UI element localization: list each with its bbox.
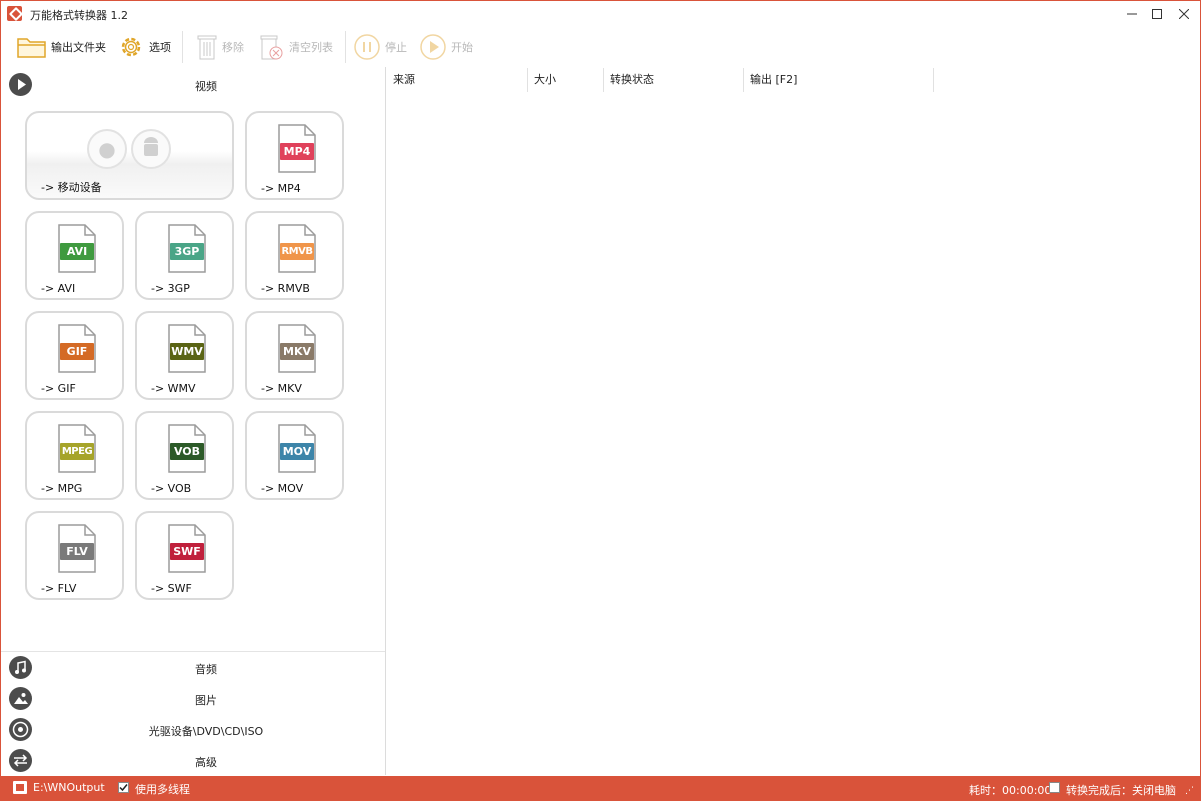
output-path[interactable]: E:\WNOutput (33, 781, 105, 794)
category-advanced-label: 高级 (195, 756, 217, 769)
category-video[interactable]: 视频 (1, 69, 386, 100)
format-tile[interactable]: FLV -> FLV (25, 511, 124, 600)
format-tile-label: -> FLV (41, 582, 77, 595)
category-video-label: 视频 (195, 80, 217, 93)
category-audio-label: 音频 (195, 663, 217, 676)
format-badge: WMV (170, 343, 204, 360)
remove-label: 移除 (222, 41, 244, 54)
start-button[interactable]: 开始 (419, 32, 473, 62)
toolbar-separator (182, 31, 183, 63)
clear-list-icon (260, 35, 283, 60)
format-tile[interactable]: ● -> 移动设备 (25, 111, 234, 200)
output-folder-button[interactable]: 输出文件夹 (17, 32, 106, 62)
format-badge: 3GP (170, 243, 204, 260)
format-tile-label: -> SWF (151, 582, 192, 595)
play-icon (420, 34, 446, 60)
format-tile-label: -> WMV (151, 382, 196, 395)
format-tile-label: -> MP4 (261, 182, 301, 195)
app-window: 万能格式转换器 1.2 输出文件夹 选项 移除 清空列表 停止 开始 视频 ● … (0, 0, 1201, 801)
format-badge: MP4 (280, 143, 314, 160)
column-output[interactable]: 输出 [F2] (744, 68, 934, 92)
pause-icon (354, 34, 380, 60)
folder-icon (17, 38, 46, 58)
close-button[interactable] (1168, 1, 1200, 27)
format-tile-label: -> RMVB (261, 282, 310, 295)
minimize-icon (1127, 13, 1137, 15)
format-badge: FLV (60, 543, 94, 560)
column-source[interactable]: 来源 (387, 68, 528, 92)
category-disc-label: 光驱设备\DVD\CD\ISO (148, 725, 264, 738)
toolbar: 输出文件夹 选项 移除 清空列表 停止 开始 (1, 28, 1200, 66)
window-title: 万能格式转换器 1.2 (30, 9, 128, 22)
format-tile-label: -> GIF (41, 382, 76, 395)
format-tile[interactable]: MKV -> MKV (245, 311, 344, 400)
format-tile-label: -> AVI (41, 282, 76, 295)
stop-button[interactable]: 停止 (353, 32, 407, 62)
remove-button[interactable]: 移除 (196, 32, 244, 62)
format-badge: GIF (60, 343, 94, 360)
format-tile[interactable]: VOB -> VOB (135, 411, 234, 500)
stop-label: 停止 (385, 41, 407, 54)
shutdown-label: 转换完成后：关闭电脑 (1066, 784, 1176, 797)
format-badge: MPEG (60, 443, 94, 460)
title-bar: 万能格式转换器 1.2 (1, 1, 1200, 27)
format-tile-label: -> VOB (151, 482, 192, 495)
category-audio[interactable]: 音频 (1, 652, 386, 683)
format-tile[interactable]: SWF -> SWF (135, 511, 234, 600)
elapsed-time: 耗时：00:00:00 (969, 784, 1052, 797)
output-folder-icon[interactable] (13, 781, 27, 794)
column-status[interactable]: 转换状态 (604, 68, 744, 92)
format-tile[interactable]: GIF -> GIF (25, 311, 124, 400)
category-image[interactable]: 图片 (1, 683, 386, 714)
conversion-list[interactable] (387, 92, 1200, 775)
format-tile[interactable]: MP4 -> MP4 (245, 111, 344, 200)
format-tile-label: -> MKV (261, 382, 302, 395)
category-disc[interactable]: 光驱设备\DVD\CD\ISO (1, 714, 386, 745)
format-tile[interactable]: RMVB -> RMVB (245, 211, 344, 300)
format-badge: RMVB (280, 243, 314, 260)
format-tile[interactable]: AVI -> AVI (25, 211, 124, 300)
format-badge: AVI (60, 243, 94, 260)
options-button[interactable]: 选项 (117, 32, 171, 62)
shutdown-checkbox[interactable] (1049, 782, 1060, 793)
format-tile-label: -> 移动设备 (41, 181, 102, 194)
android-icon (131, 129, 171, 169)
category-advanced[interactable]: 高级 (1, 745, 386, 776)
clear-list-label: 清空列表 (289, 41, 333, 54)
resize-grip-icon[interactable]: ⋰ (1185, 786, 1194, 796)
format-tile-label: -> MPG (41, 482, 83, 495)
format-tile[interactable]: WMV -> WMV (135, 311, 234, 400)
format-badge: VOB (170, 443, 204, 460)
multithread-label: 使用多线程 (135, 783, 190, 796)
format-tile[interactable]: 3GP -> 3GP (135, 211, 234, 300)
format-tile-label: -> 3GP (151, 282, 190, 295)
maximize-icon (1152, 9, 1162, 19)
apple-icon: ● (87, 129, 127, 169)
format-tile-label: -> MOV (261, 482, 304, 495)
column-size[interactable]: 大小 (528, 68, 604, 92)
app-logo-icon (7, 6, 22, 21)
format-panel: 视频 ● -> 移动设备 MP4 -> MP4 AVI -> AVI 3GP -> 3GP RM… (1, 67, 386, 775)
format-badge: SWF (170, 543, 204, 560)
toolbar-separator (345, 31, 346, 63)
format-tile[interactable]: MPEG -> MPG (25, 411, 124, 500)
category-image-label: 图片 (195, 694, 217, 707)
options-label: 选项 (149, 41, 171, 54)
trash-icon (197, 35, 217, 60)
gear-icon (121, 37, 141, 57)
status-bar: E:\WNOutput 使用多线程 耗时：00:00:00 转换完成后：关闭电脑… (1, 776, 1200, 800)
format-tile[interactable]: MOV -> MOV (245, 411, 344, 500)
clear-list-button[interactable]: 清空列表 (259, 32, 333, 62)
multithread-checkbox[interactable] (118, 782, 129, 793)
close-icon (1179, 9, 1189, 19)
format-badge: MKV (280, 343, 314, 360)
format-badge: MOV (280, 443, 314, 460)
output-folder-label: 输出文件夹 (51, 41, 106, 54)
start-label: 开始 (451, 41, 473, 54)
conversion-list-header: 来源 大小 转换状态 输出 [F2] (387, 68, 1200, 92)
